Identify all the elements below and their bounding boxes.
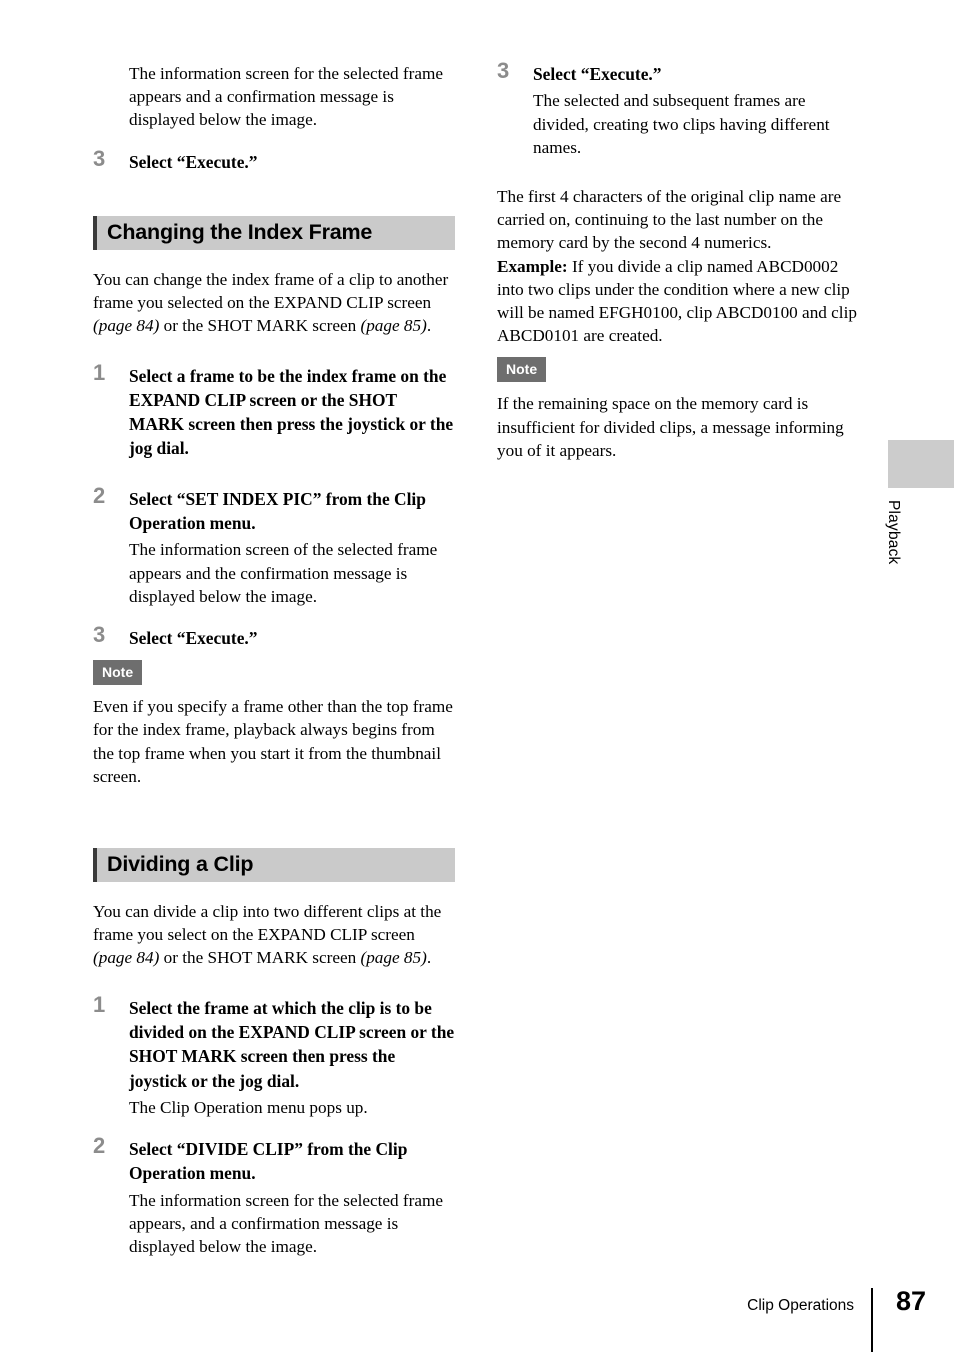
- left-column: The information screen for the selected …: [93, 62, 455, 1258]
- section-heading-label: Changing the Index Frame: [107, 220, 373, 245]
- step-title: Select “Execute.”: [129, 627, 258, 648]
- document-page: The information screen for the selected …: [0, 0, 954, 1352]
- note-badge: Note: [93, 660, 143, 686]
- section1-intro-b: or the SHOT MARK screen: [159, 316, 361, 336]
- chapter-tab-label: Playback: [885, 500, 902, 565]
- section1-step-1: 1 Select a frame to be the index frame o…: [93, 359, 455, 461]
- section1-intro-paragraph: You can change the index frame of a clip…: [93, 268, 455, 338]
- step-title: Select “Execute.”: [129, 151, 258, 172]
- step-title: Select a frame to be the index frame on …: [129, 365, 454, 459]
- example-paragraph: Example: If you divide a clip named ABCD…: [497, 255, 859, 348]
- right-note-badge-wrapper: Note: [497, 357, 859, 383]
- intro-paragraph: The information screen for the selected …: [129, 64, 443, 130]
- step-number: 3: [93, 621, 106, 647]
- note-badge: Note: [497, 357, 547, 383]
- step-number: 3: [497, 58, 510, 83]
- step-title: Select “Execute.”: [533, 64, 662, 84]
- section-heading-changing-index-frame: Changing the Index Frame: [93, 215, 455, 250]
- naming-rule-paragraph: The first 4 characters of the original c…: [497, 186, 842, 253]
- section2-step-2: 2 Select “DIVIDE CLIP” from the Clip Ope…: [93, 1133, 455, 1258]
- step-body: The Clip Operation menu pops up.: [129, 1097, 368, 1117]
- step-body: The information screen for the selected …: [129, 1190, 443, 1257]
- step-number: 1: [93, 991, 106, 1017]
- footer-chapter-title: Clip Operations: [747, 1297, 854, 1314]
- right-column: 3 Select “Execute.” The selected and sub…: [497, 58, 859, 462]
- section2-step-1: 1 Select the frame at which the clip is …: [93, 991, 455, 1119]
- right-step-3: 3 Select “Execute.” The selected and sub…: [497, 58, 859, 159]
- page-reference-85[interactable]: (page 85): [360, 316, 426, 335]
- step-body: The information screen of the selected f…: [129, 540, 438, 606]
- step-title: Select “SET INDEX PIC” from the Clip Ope…: [129, 488, 426, 533]
- example-label: Example:: [497, 256, 568, 276]
- page-reference-85[interactable]: (page 85): [360, 948, 426, 967]
- step-number: 3: [93, 145, 106, 171]
- section1-note-badge-wrapper: Note: [93, 660, 455, 686]
- section1-step-3: 3 Select “Execute.”: [93, 621, 455, 650]
- section2-intro-a: You can divide a clip into two different…: [93, 902, 442, 945]
- section2-intro-b: or the SHOT MARK screen: [159, 948, 361, 968]
- section1-intro-c: .: [426, 316, 432, 336]
- page-number: 87: [895, 1286, 926, 1316]
- step-body: The selected and subsequent frames are d…: [533, 91, 830, 157]
- step-title: Select “DIVIDE CLIP” from the Clip Opera…: [129, 1139, 408, 1184]
- step-number: 2: [93, 1133, 106, 1159]
- page-footer: Clip Operations 87: [0, 1286, 954, 1352]
- step-number: 1: [93, 359, 106, 385]
- section2-intro-paragraph: You can divide a clip into two different…: [93, 900, 455, 970]
- right-note-text: If the remaining space on the memory car…: [497, 394, 844, 460]
- page-reference-84[interactable]: (page 84): [93, 316, 159, 335]
- step-3-top: 3 Select “Execute.”: [93, 145, 455, 174]
- section-heading-label: Dividing a Clip: [107, 852, 254, 877]
- footer-divider: [871, 1288, 873, 1352]
- section1-note-text: Even if you specify a frame other than t…: [93, 697, 453, 786]
- page-reference-84[interactable]: (page 84): [93, 948, 159, 967]
- section2-intro-c: .: [426, 948, 432, 968]
- step-title: Select the frame at which the clip is to…: [129, 997, 455, 1091]
- section1-step-2: 2 Select “SET INDEX PIC” from the Clip O…: [93, 482, 455, 608]
- section-heading-dividing-a-clip: Dividing a Clip: [93, 848, 455, 883]
- section1-intro-a: You can change the index frame of a clip…: [93, 269, 449, 313]
- step-number: 2: [93, 482, 106, 508]
- chapter-tab-marker: [888, 440, 954, 488]
